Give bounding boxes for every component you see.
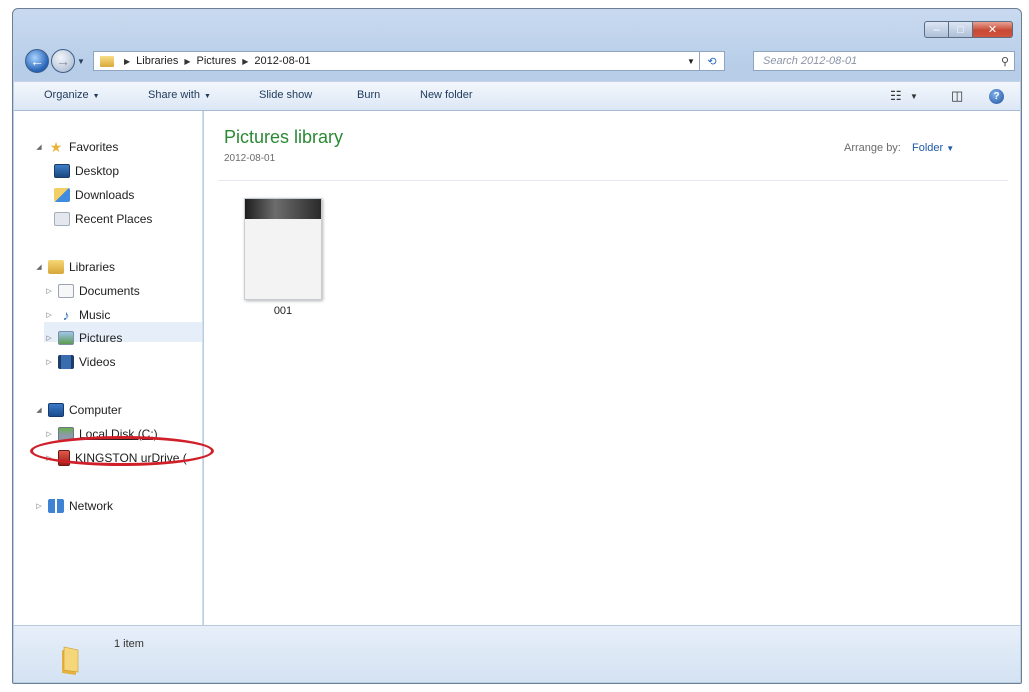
close-button[interactable]: ✕ — [973, 21, 1013, 38]
collapse-arrow-icon[interactable]: ◢ — [34, 263, 44, 271]
forward-button[interactable]: → — [51, 49, 75, 73]
breadcrumb-2012-08-01[interactable]: 2012-08-01 — [254, 55, 310, 67]
address-bar[interactable]: ▶ Libraries ▶ Pictures ▶ 2012-08-01 ▼ ⟲ — [93, 51, 725, 71]
item-count: 1 item — [114, 638, 144, 650]
help-icon[interactable]: ? — [989, 89, 1004, 104]
nav-network[interactable]: ▷ Network — [34, 496, 113, 516]
nav-videos[interactable]: ▷ Videos — [44, 352, 115, 372]
explorer-window: – □ ✕ ← → ▼ ▶ Libraries ▶ Pictures ▶ 201… — [12, 8, 1022, 684]
navigation-pane: ◢ ★ Favorites Desktop Downloads Recent P… — [14, 111, 203, 625]
downloads-icon — [54, 188, 70, 202]
change-view-icon[interactable]: ☷ — [890, 88, 902, 104]
nav-pictures[interactable]: ▷ Pictures — [44, 328, 122, 348]
back-button[interactable]: ← — [25, 49, 49, 73]
chevron-down-icon: ▼ — [92, 93, 100, 100]
chevron-right-icon[interactable]: ▶ — [242, 57, 248, 66]
organize-menu[interactable]: Organize ▼ — [44, 89, 100, 101]
file-thumbnail[interactable] — [244, 198, 322, 300]
thumbnail-image — [245, 199, 321, 219]
divider — [218, 180, 1008, 181]
nav-kingston-drive[interactable]: ▷ KINGSTON urDrive ( — [44, 448, 187, 468]
chevron-right-icon[interactable]: ▶ — [184, 57, 190, 66]
chevron-down-icon[interactable]: ▼ — [683, 57, 699, 66]
desktop-icon — [54, 164, 70, 178]
expand-arrow-icon[interactable]: ▷ — [44, 454, 54, 462]
computer-icon — [48, 403, 64, 417]
details-pane: 1 item — [14, 625, 1020, 682]
slide-show-button[interactable]: Slide show — [259, 89, 312, 101]
search-input[interactable] — [761, 54, 990, 68]
command-bar: Organize ▼ Share with ▼ Slide show Burn Ne… — [14, 81, 1020, 111]
new-folder-button[interactable]: New folder — [420, 89, 473, 101]
expand-arrow-icon[interactable]: ▷ — [44, 430, 54, 438]
search-icon[interactable]: ⚲ — [1001, 55, 1009, 68]
nav-documents[interactable]: ▷ Documents — [44, 281, 140, 301]
folder-icon — [100, 55, 114, 67]
nav-libraries[interactable]: ◢ Libraries — [34, 257, 115, 277]
videos-icon — [58, 355, 74, 369]
chevron-down-icon: ▼ — [203, 93, 211, 100]
window-controls: – □ ✕ — [924, 21, 1013, 38]
collapse-arrow-icon[interactable]: ◢ — [34, 406, 44, 414]
address-bar-actions: ▼ ⟲ — [683, 52, 724, 70]
network-icon — [48, 499, 64, 513]
expand-arrow-icon[interactable]: ▷ — [44, 311, 54, 319]
preview-pane-icon[interactable]: ◫ — [951, 88, 963, 104]
refresh-icon[interactable]: ⟲ — [699, 52, 724, 70]
share-with-menu[interactable]: Share with ▼ — [148, 89, 211, 101]
libraries-icon — [48, 260, 64, 274]
chevron-right-icon[interactable]: ▶ — [124, 57, 130, 66]
usb-drive-icon — [58, 450, 70, 466]
maximize-button[interactable]: □ — [949, 21, 973, 38]
breadcrumb-pictures[interactable]: Pictures — [197, 55, 237, 67]
star-icon: ★ — [49, 139, 63, 155]
pictures-icon — [58, 331, 74, 345]
expand-arrow-icon[interactable]: ▷ — [34, 502, 44, 510]
hard-drive-icon — [58, 427, 74, 441]
content-pane: Pictures library 2012-08-01 Arrange by: … — [204, 111, 1020, 625]
nav-local-disk[interactable]: ▷ Local Disk (C:) — [44, 424, 158, 444]
nav-favorites[interactable]: ◢ ★ Favorites — [34, 137, 118, 157]
expand-arrow-icon[interactable]: ▷ — [44, 334, 54, 342]
nav-computer[interactable]: ◢ Computer — [34, 400, 122, 420]
chevron-down-icon[interactable]: ▼ — [910, 92, 918, 101]
recent-pages-dropdown[interactable]: ▼ — [77, 57, 85, 66]
nav-music[interactable]: ▷ ♪ Music — [44, 305, 110, 325]
nav-desktop[interactable]: Desktop — [50, 161, 119, 181]
search-box: ⚲ — [753, 51, 1015, 71]
library-title: Pictures library — [224, 127, 344, 147]
collapse-arrow-icon[interactable]: ◢ — [34, 143, 44, 151]
file-name[interactable]: 001 — [244, 305, 322, 317]
folder-icon — [62, 646, 79, 675]
arrange-by-label: Arrange by: — [844, 142, 901, 154]
navigation-row: ← → ▼ ▶ Libraries ▶ Pictures ▶ 2012-08-0… — [13, 47, 1021, 75]
documents-icon — [58, 284, 74, 298]
nav-downloads[interactable]: Downloads — [50, 185, 134, 205]
breadcrumb-libraries[interactable]: Libraries — [136, 55, 178, 67]
arrange-by-dropdown[interactable]: Folder ▼ — [912, 142, 954, 154]
music-icon: ♪ — [62, 307, 70, 323]
nav-recent-places[interactable]: Recent Places — [50, 209, 152, 229]
library-subtitle: 2012-08-01 — [224, 153, 276, 164]
minimize-button[interactable]: – — [924, 21, 949, 38]
expand-arrow-icon[interactable]: ▷ — [44, 358, 54, 366]
chevron-down-icon: ▼ — [946, 144, 955, 153]
burn-button[interactable]: Burn — [357, 89, 380, 101]
expand-arrow-icon[interactable]: ▷ — [44, 287, 54, 295]
recent-places-icon — [54, 212, 70, 226]
